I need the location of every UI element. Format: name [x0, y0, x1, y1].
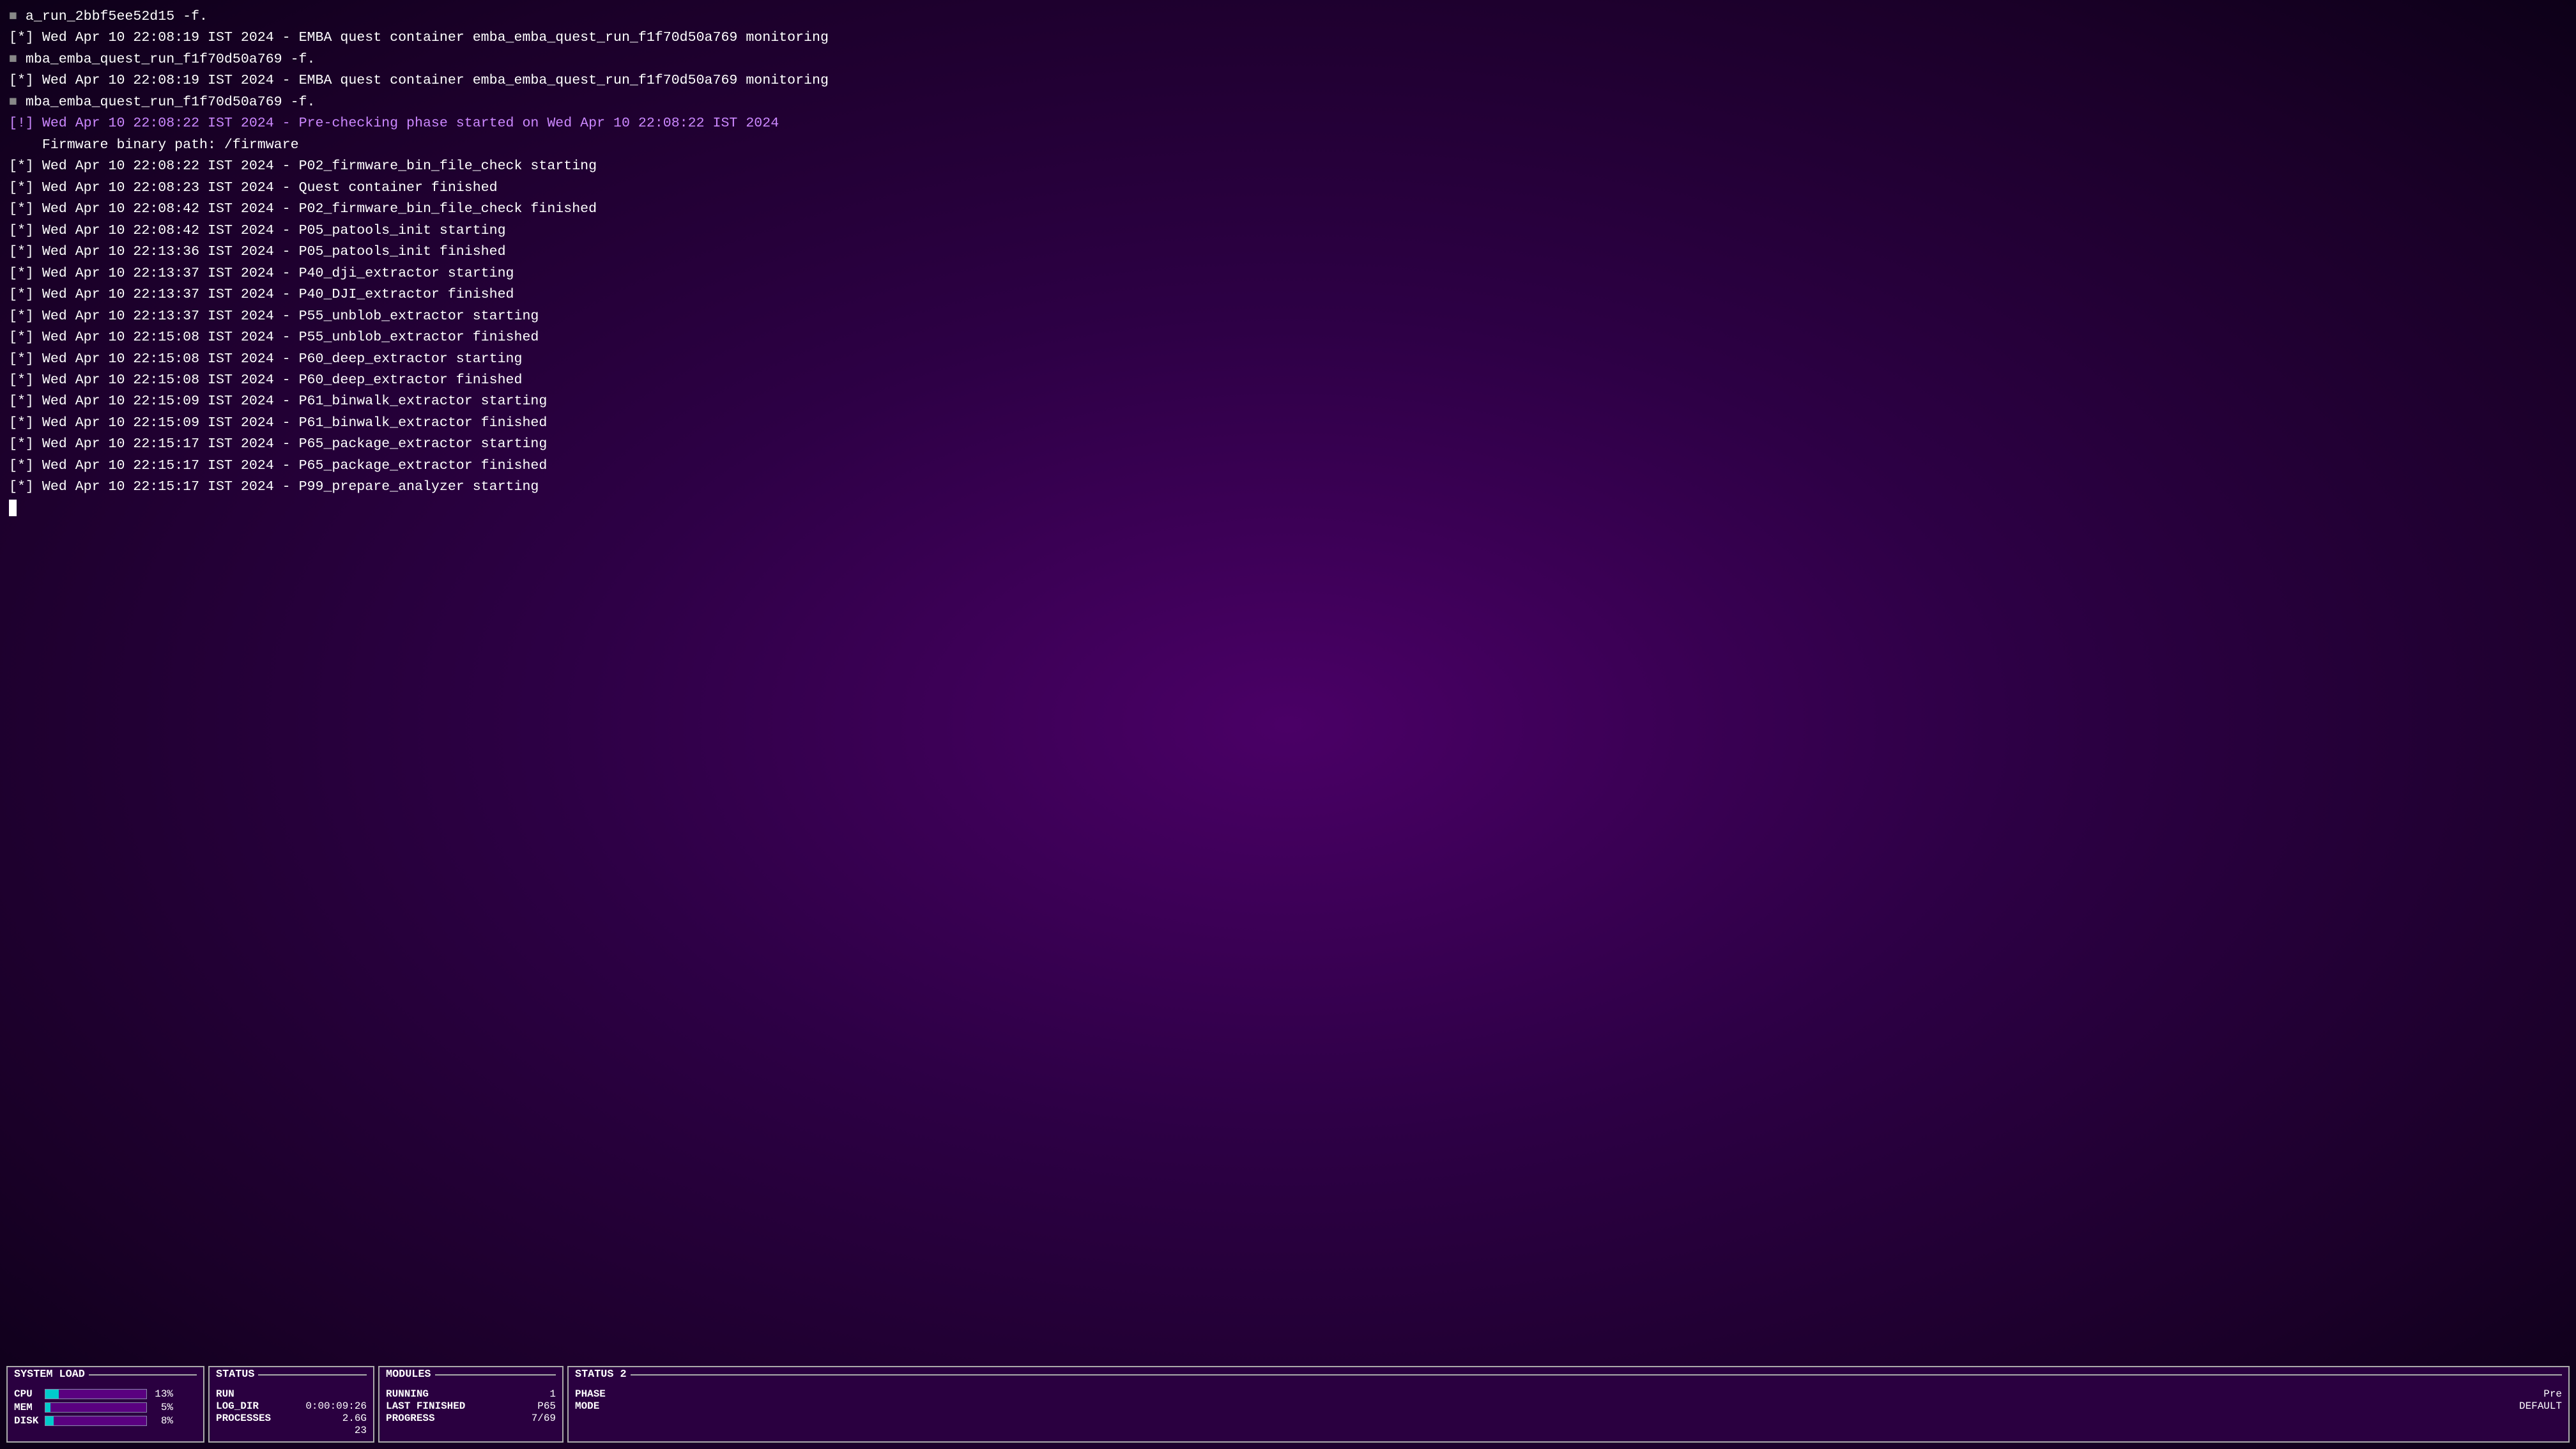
mem-value: 5%: [151, 1402, 173, 1413]
status2-mode-row: MODE DEFAULT: [575, 1400, 2562, 1412]
status-run-row: RUN: [216, 1388, 367, 1400]
status2-phase-row: PHASE Pre: [575, 1388, 2562, 1400]
status2-title: STATUS 2: [575, 1368, 627, 1381]
modules-lastfinished-row: LAST FINISHED P65: [386, 1400, 556, 1412]
terminal-output: ■ a_run_2bbf5ee52d15 -f.[*] Wed Apr 10 2…: [0, 0, 2576, 1361]
modules-progress-val: 7/69: [532, 1413, 556, 1424]
status2-mode-key: MODE: [575, 1400, 599, 1412]
terminal-window: ■ a_run_2bbf5ee52d15 -f.[*] Wed Apr 10 2…: [0, 0, 2576, 1449]
log-line: [*] Wed Apr 10 22:13:36 IST 2024 - P05_p…: [9, 241, 2567, 263]
log-line: [*] Wed Apr 10 22:08:22 IST 2024 - P02_f…: [9, 156, 2567, 177]
modules-running-row: RUNNING 1: [386, 1388, 556, 1400]
log-line: [!] Wed Apr 10 22:08:22 IST 2024 - Pre-c…: [9, 113, 2567, 134]
terminal-cursor: [9, 500, 17, 516]
log-line: [*] Wed Apr 10 22:08:23 IST 2024 - Quest…: [9, 178, 2567, 199]
load-rows: CPU 13% MEM 5% DISK: [14, 1383, 197, 1427]
status-title: STATUS: [216, 1368, 254, 1381]
modules-title: MODULES: [386, 1368, 431, 1381]
log-line: [*] Wed Apr 10 22:13:37 IST 2024 - P40_d…: [9, 263, 2567, 284]
disk-label: DISK: [14, 1415, 41, 1427]
disk-value: 8%: [151, 1415, 173, 1427]
log-line: ■ a_run_2bbf5ee52d15 -f.: [9, 6, 2567, 27]
modules-panel: MODULES RUNNING 1 LAST FINISHED P65 PROG…: [378, 1366, 564, 1443]
log-line: [*] Wed Apr 10 22:15:09 IST 2024 - P61_b…: [9, 413, 2567, 434]
status-processes-key: PROCESSES: [216, 1413, 271, 1424]
status2-mode-val: DEFAULT: [2519, 1400, 2562, 1412]
modules-lastfinished-key: LAST FINISHED: [386, 1400, 465, 1412]
status2-phase-val: Pre: [2543, 1388, 2562, 1400]
status-logdir-val: 0:00:09:26: [305, 1400, 367, 1412]
mem-label: MEM: [14, 1402, 41, 1413]
status-logdir-key: LOG_DIR: [216, 1400, 259, 1412]
cpu-row: CPU 13%: [14, 1388, 197, 1400]
status2-phase-key: PHASE: [575, 1388, 606, 1400]
status-bar: SYSTEM LOAD CPU 13% MEM 5%: [0, 1361, 2576, 1449]
cpu-value: 13%: [151, 1388, 173, 1400]
log-line: [*] Wed Apr 10 22:15:17 IST 2024 - P65_p…: [9, 456, 2567, 477]
mem-row: MEM 5%: [14, 1402, 197, 1413]
log-line: ■ mba_emba_quest_run_f1f70d50a769 -f.: [9, 92, 2567, 113]
disk-bar-fill: [45, 1416, 54, 1425]
log-line: [*] Wed Apr 10 22:15:08 IST 2024 - P60_d…: [9, 370, 2567, 391]
log-line: [*] Wed Apr 10 22:08:42 IST 2024 - P05_p…: [9, 220, 2567, 241]
log-line: ■ mba_emba_quest_run_f1f70d50a769 -f.: [9, 49, 2567, 70]
mem-bar-container: [45, 1402, 147, 1413]
log-line: [*] Wed Apr 10 22:15:17 IST 2024 - P65_p…: [9, 434, 2567, 455]
status-run-key: RUN: [216, 1388, 234, 1400]
log-line: [*] Wed Apr 10 22:15:08 IST 2024 - P60_d…: [9, 349, 2567, 370]
log-line: [*] Wed Apr 10 22:15:09 IST 2024 - P61_b…: [9, 391, 2567, 412]
disk-bar-container: [45, 1416, 147, 1426]
system-load-panel: SYSTEM LOAD CPU 13% MEM 5%: [6, 1366, 204, 1443]
log-line: [*] Wed Apr 10 22:08:42 IST 2024 - P02_f…: [9, 199, 2567, 220]
log-line: [*] Wed Apr 10 22:08:19 IST 2024 - EMBA …: [9, 27, 2567, 49]
modules-running-val: 1: [549, 1388, 556, 1400]
cpu-bar-fill: [45, 1390, 59, 1399]
modules-lastfinished-val: P65: [537, 1400, 556, 1412]
status-processes-size: 2.6G: [342, 1413, 367, 1424]
log-line: [*] Wed Apr 10 22:13:37 IST 2024 - P55_u…: [9, 306, 2567, 327]
log-line: [*] Wed Apr 10 22:08:19 IST 2024 - EMBA …: [9, 70, 2567, 91]
disk-row: DISK 8%: [14, 1415, 197, 1427]
status2-panel: STATUS 2 PHASE Pre MODE DEFAULT: [567, 1366, 2570, 1443]
mem-bar-fill: [45, 1403, 50, 1412]
status-processcount-val: 23: [355, 1425, 367, 1436]
cpu-label: CPU: [14, 1388, 41, 1400]
system-load-title: SYSTEM LOAD: [14, 1368, 85, 1381]
cursor-line: [9, 498, 2567, 519]
modules-rows: RUNNING 1 LAST FINISHED P65 PROGRESS 7/6…: [386, 1383, 556, 1424]
modules-progress-key: PROGRESS: [386, 1413, 435, 1424]
status-logdir-row: LOG_DIR 0:00:09:26: [216, 1400, 367, 1412]
status-rows: RUN LOG_DIR 0:00:09:26 PROCESSES 2.6G 23: [216, 1383, 367, 1436]
cpu-bar-container: [45, 1389, 147, 1399]
modules-progress-row: PROGRESS 7/69: [386, 1413, 556, 1424]
status-panel: STATUS RUN LOG_DIR 0:00:09:26 PROCESSES …: [208, 1366, 374, 1443]
log-line: [*] Wed Apr 10 22:15:08 IST 2024 - P55_u…: [9, 327, 2567, 348]
log-line: [*] Wed Apr 10 22:15:17 IST 2024 - P99_p…: [9, 477, 2567, 498]
status2-rows: PHASE Pre MODE DEFAULT: [575, 1383, 2562, 1412]
log-line: Firmware binary path: /firmware: [9, 135, 2567, 156]
status-processcount-row: 23: [216, 1425, 367, 1436]
log-line: [*] Wed Apr 10 22:13:37 IST 2024 - P40_D…: [9, 284, 2567, 305]
modules-running-key: RUNNING: [386, 1388, 429, 1400]
status-processes-row: PROCESSES 2.6G: [216, 1413, 367, 1424]
